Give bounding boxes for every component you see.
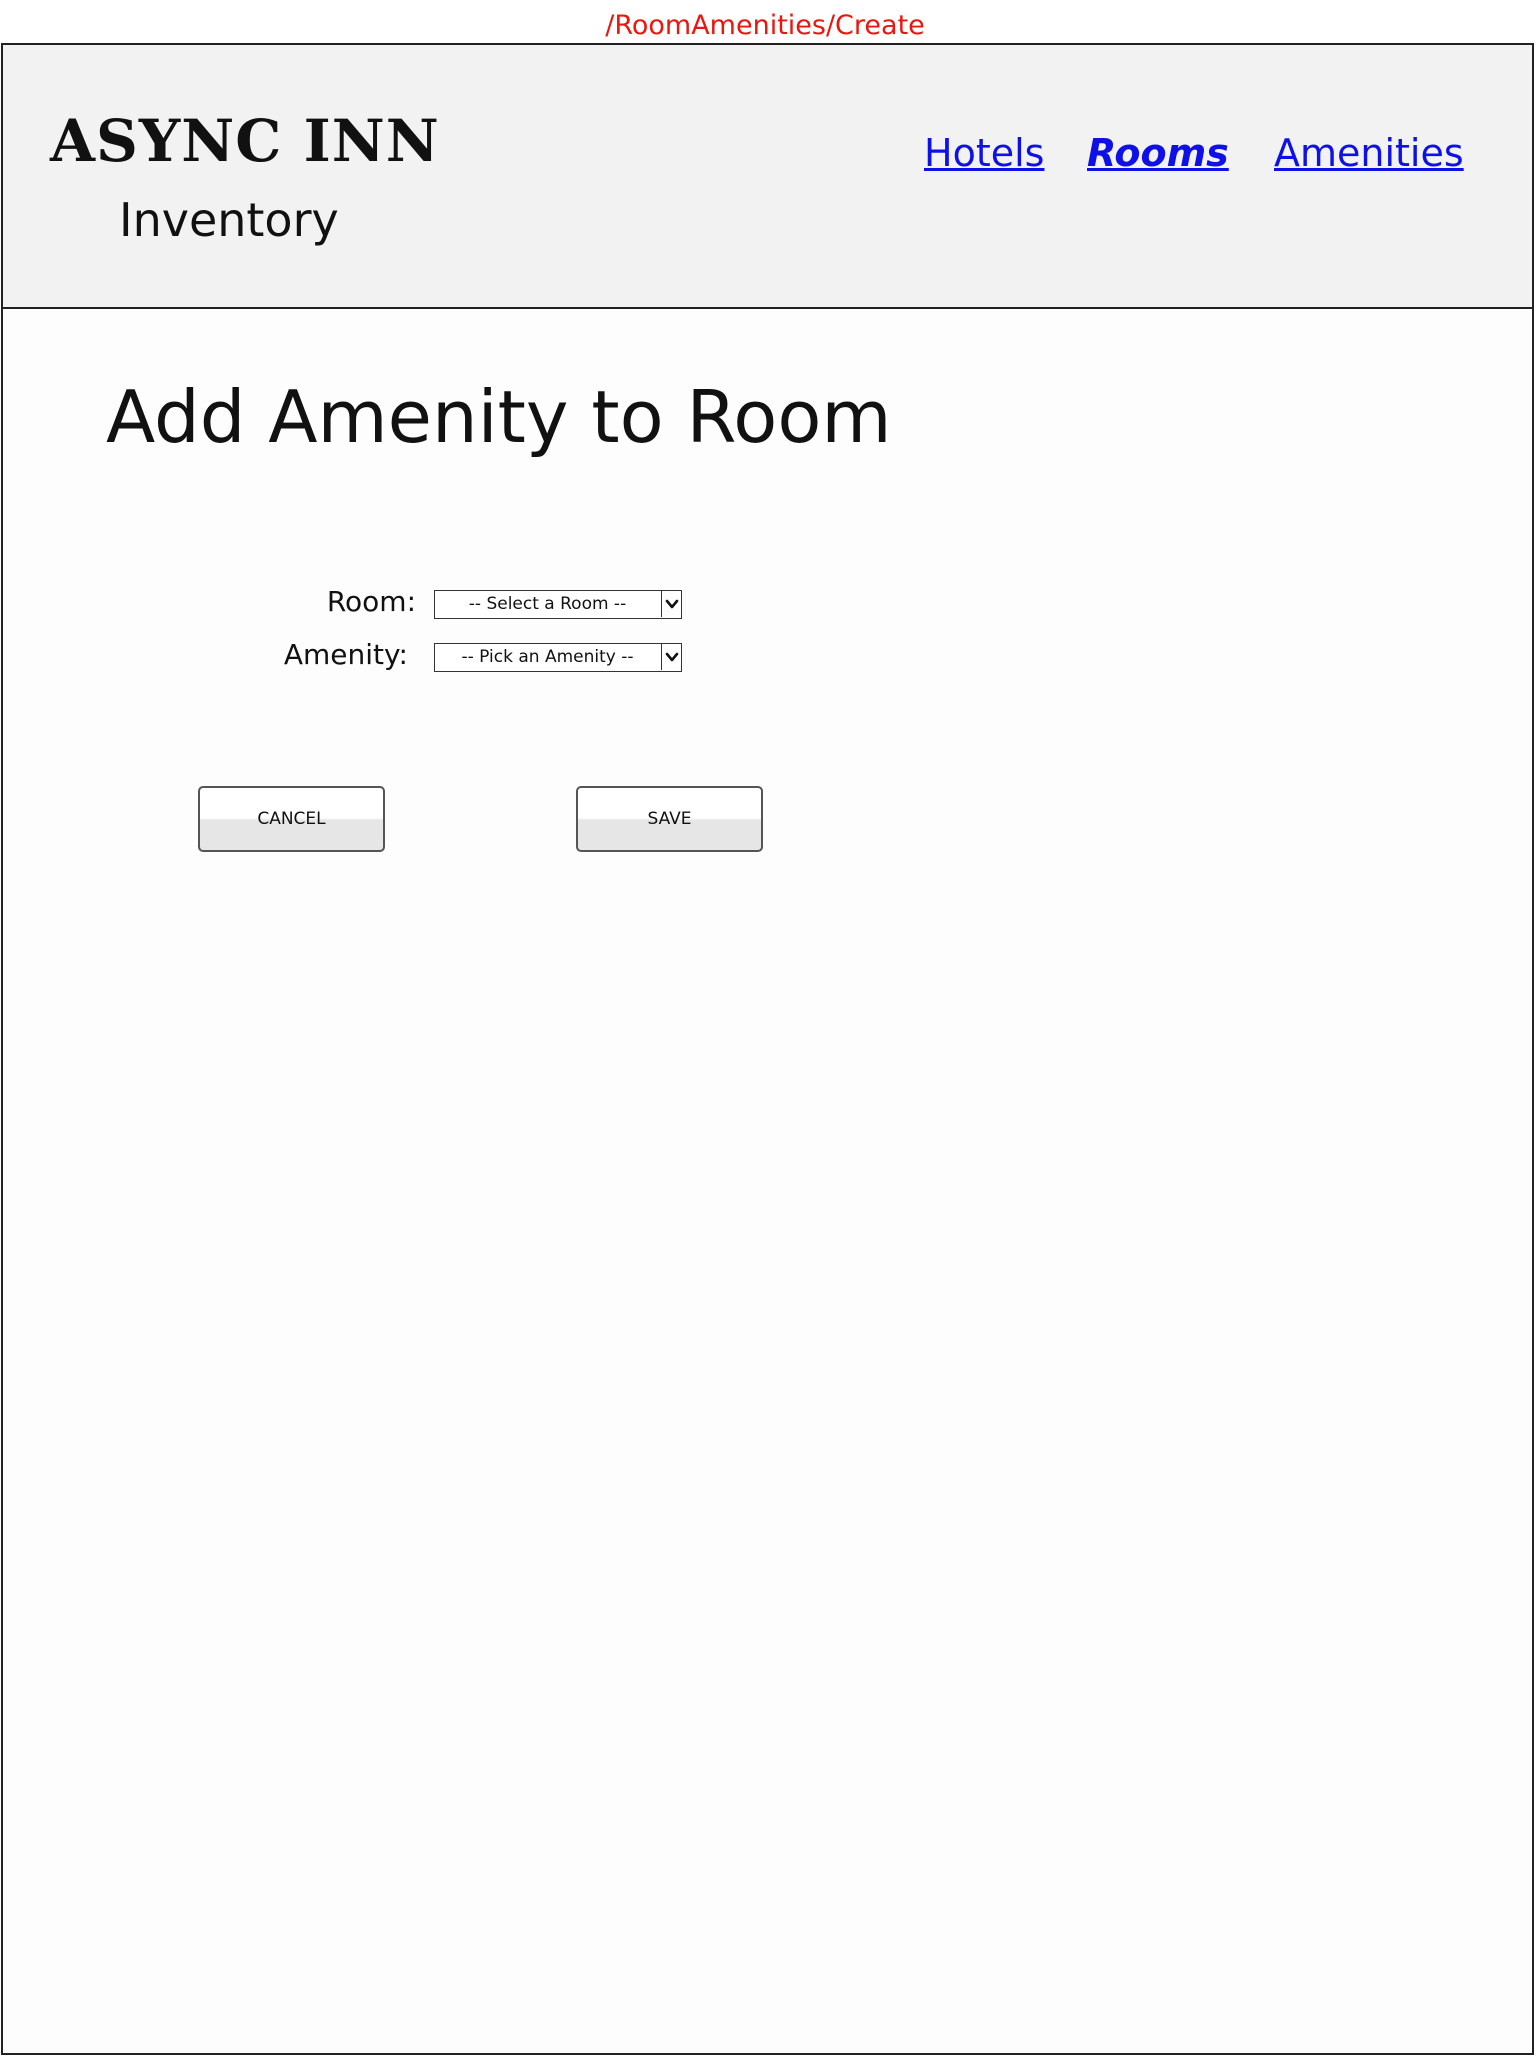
room-label: Room:: [326, 585, 416, 618]
amenity-select-value: -- Pick an Amenity --: [461, 647, 634, 667]
room-select-value: -- Select a Room --: [468, 594, 627, 614]
brand-title: ASYNC INN: [50, 107, 440, 175]
page-title: Add Amenity to Room: [106, 375, 892, 459]
chevron-down-icon[interactable]: [661, 591, 681, 617]
cancel-button[interactable]: CANCEL: [198, 786, 385, 852]
nav-link-hotels[interactable]: Hotels: [924, 131, 1044, 175]
chevron-down-icon[interactable]: [661, 644, 681, 670]
room-select[interactable]: -- Select a Room --: [434, 590, 682, 619]
page-frame: [1, 43, 1534, 2055]
brand-subtitle: Inventory: [119, 193, 339, 247]
route-label: /RoomAmenities/Create: [605, 10, 925, 41]
save-button[interactable]: SAVE: [576, 786, 763, 852]
nav-link-amenities[interactable]: Amenities: [1274, 131, 1464, 175]
site-header: ASYNC INN Inventory Hotels Rooms Ameniti…: [1, 43, 1534, 309]
nav-link-rooms[interactable]: Rooms: [1087, 131, 1229, 175]
amenity-select[interactable]: -- Pick an Amenity --: [434, 643, 682, 672]
amenity-label: Amenity:: [283, 638, 408, 671]
